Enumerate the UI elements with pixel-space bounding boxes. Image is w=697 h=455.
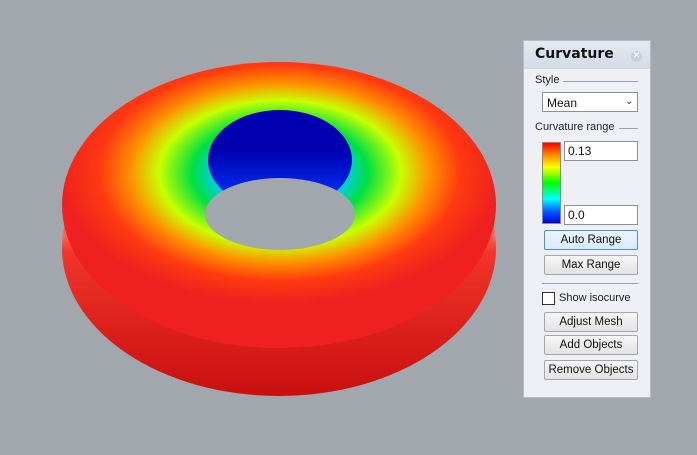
max-range-button[interactable]: Max Range (544, 255, 638, 275)
style-select[interactable]: Mean ⌄ (542, 92, 638, 112)
curvature-range-label: Curvature range (535, 121, 615, 133)
curvature-color-scale (542, 142, 561, 224)
close-icon[interactable]: ✕ (631, 51, 642, 62)
style-select-value: Mean (547, 96, 578, 110)
show-isocurve-checkbox[interactable] (542, 292, 555, 305)
panel-titlebar[interactable]: Curvature ✕ (524, 41, 650, 69)
range-divider (619, 128, 638, 129)
chevron-down-icon: ⌄ (625, 96, 634, 107)
curvature-panel: Curvature ✕ Style Mean ⌄ Curvature range… (523, 40, 651, 398)
panel-title: Curvature (535, 46, 614, 62)
style-divider (563, 81, 638, 82)
range-min-input[interactable]: 0.0 (564, 205, 638, 225)
auto-range-button[interactable]: Auto Range (544, 230, 638, 250)
adjust-mesh-button[interactable]: Adjust Mesh (544, 312, 638, 332)
torus-hole (205, 178, 355, 250)
show-isocurve-label[interactable]: Show isocurve (559, 292, 631, 304)
style-label: Style (535, 74, 560, 86)
add-objects-button[interactable]: Add Objects (544, 335, 638, 355)
options-divider (542, 283, 638, 284)
range-max-input[interactable]: 0.13 (564, 141, 638, 161)
remove-objects-button[interactable]: Remove Objects (544, 360, 638, 380)
